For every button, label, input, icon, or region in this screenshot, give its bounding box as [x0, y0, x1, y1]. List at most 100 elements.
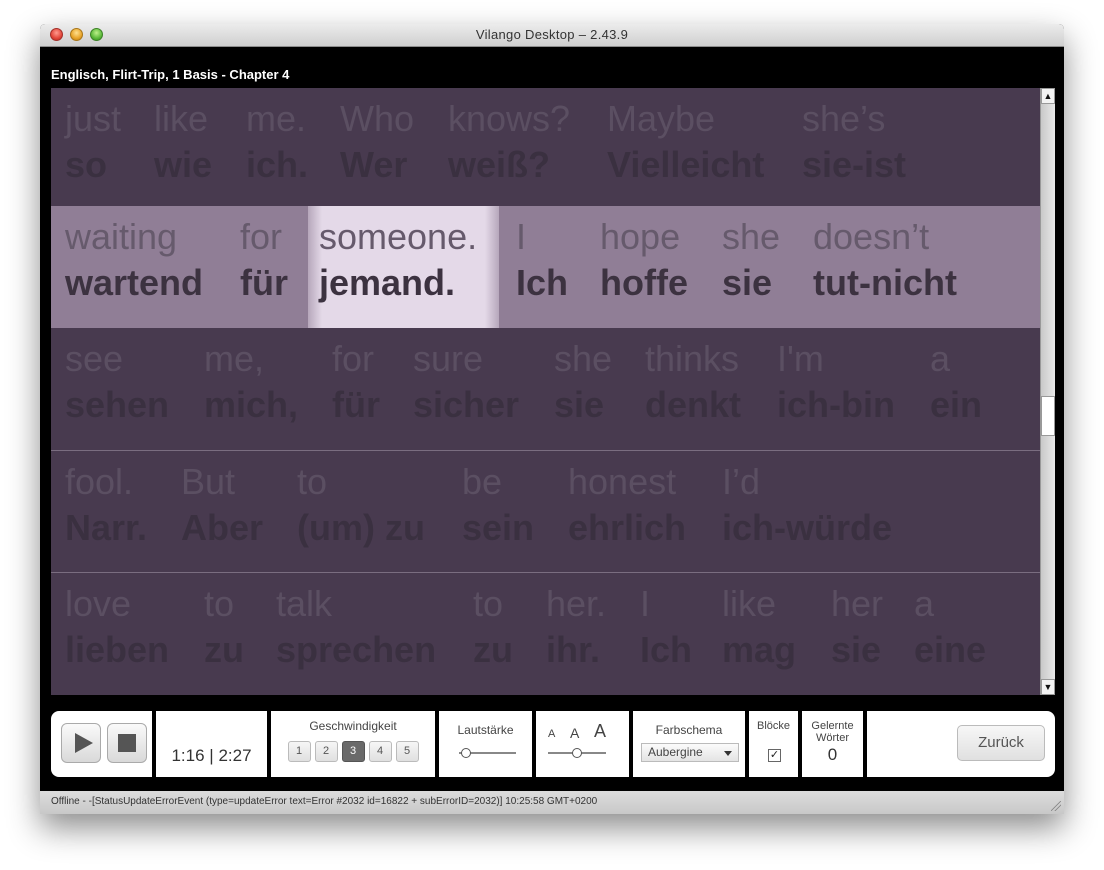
- source-word: like: [722, 583, 777, 624]
- word-pair[interactable]: for für: [240, 214, 288, 306]
- time-separator: |: [209, 746, 214, 765]
- reader-line-active[interactable]: waiting wartend for für someone. jemand. II…: [51, 206, 1040, 328]
- reader-line[interactable]: love lieben to zu talk sprechen to zu her. ih…: [51, 572, 1040, 694]
- translation-word: mag: [722, 629, 797, 670]
- word-pair[interactable]: she’s sie-ist: [802, 96, 906, 188]
- source-word: talk: [276, 583, 333, 624]
- blocks-checkbox[interactable]: ✓: [768, 749, 781, 762]
- learned-label-line2: Wörter: [816, 732, 849, 744]
- word-pair[interactable]: a eine: [914, 581, 986, 673]
- source-word: for: [332, 338, 375, 379]
- source-word: her: [831, 583, 884, 624]
- volume-control: Lautstärke: [439, 711, 536, 777]
- speed-button-3[interactable]: 3: [341, 741, 365, 762]
- font-medium-button[interactable]: A: [570, 725, 579, 741]
- source-word: fool.: [65, 461, 134, 502]
- source-word: me,: [204, 338, 265, 379]
- stop-button[interactable]: [107, 723, 147, 763]
- word-pair[interactable]: she sie: [722, 214, 780, 306]
- speed-button-5[interactable]: 5: [395, 741, 419, 762]
- speed-button-1[interactable]: 1: [287, 741, 311, 762]
- font-large-button[interactable]: A: [594, 721, 606, 742]
- word-pair[interactable]: love lieben: [65, 581, 169, 673]
- translation-word: Aber: [181, 507, 264, 548]
- font-size-knob[interactable]: [572, 748, 582, 758]
- reader-scrollbar[interactable]: ▲ ▼: [1040, 88, 1055, 695]
- word-pair[interactable]: to (um) zu: [297, 459, 425, 551]
- word-pair[interactable]: me, mich,: [204, 336, 298, 428]
- translation-word: wartend: [65, 262, 204, 303]
- font-small-button[interactable]: A: [548, 728, 555, 740]
- translation-word: ich-würde: [722, 507, 893, 548]
- word-pair[interactable]: I Ich: [516, 214, 568, 306]
- translation-word: Vielleicht: [607, 144, 765, 185]
- stop-icon: [118, 734, 136, 752]
- word-pair[interactable]: knows? weiß?: [448, 96, 570, 188]
- word-pair-current[interactable]: someone. jemand.: [319, 214, 477, 306]
- speed-button-4[interactable]: 4: [368, 741, 392, 762]
- scroll-up-icon[interactable]: ▲: [1041, 88, 1055, 104]
- speed-button-2[interactable]: 2: [314, 741, 338, 762]
- scroll-thumb[interactable]: [1041, 396, 1055, 436]
- word-pair[interactable]: I'm ich-bin: [777, 336, 895, 428]
- word-pair[interactable]: like mag: [722, 581, 796, 673]
- status-text: Offline - -[StatusUpdateErrorEvent (type…: [51, 796, 598, 807]
- word-pair[interactable]: a ein: [930, 336, 982, 428]
- word-pair[interactable]: me. ich.: [246, 96, 308, 188]
- word-pair[interactable]: for für: [332, 336, 380, 428]
- color-scheme-select[interactable]: Aubergine: [641, 743, 739, 762]
- source-word: a: [930, 338, 951, 379]
- translation-word: ich-bin: [777, 384, 895, 425]
- title-bar[interactable]: Vilango Desktop – 2.43.9: [40, 24, 1064, 47]
- word-pair[interactable]: Who Wer: [340, 96, 414, 188]
- source-word: she: [722, 216, 781, 257]
- source-word: honest: [568, 461, 677, 502]
- source-word: to: [297, 461, 328, 502]
- word-pair[interactable]: just so: [65, 96, 121, 188]
- resize-grip-icon[interactable]: [1051, 801, 1061, 811]
- word-pair[interactable]: like wie: [154, 96, 212, 188]
- word-pair[interactable]: But Aber: [181, 459, 263, 551]
- play-button[interactable]: [61, 723, 101, 763]
- volume-knob[interactable]: [461, 748, 471, 758]
- word-pair[interactable]: doesn’t tut-nicht: [813, 214, 957, 306]
- word-pair[interactable]: I’d ich-würde: [722, 459, 892, 551]
- learned-words-control: Gelernte Wörter 0: [802, 711, 867, 777]
- word-pair[interactable]: Maybe Vielleicht: [607, 96, 764, 188]
- translation-word: eine: [914, 629, 987, 670]
- word-pair[interactable]: see sehen: [65, 336, 169, 428]
- play-icon: [75, 733, 93, 753]
- word-pair[interactable]: her sie: [831, 581, 883, 673]
- word-pair[interactable]: thinks denkt: [645, 336, 741, 428]
- word-pair[interactable]: waiting wartend: [65, 214, 203, 306]
- translation-word: ein: [930, 384, 983, 425]
- source-word: to: [204, 583, 235, 624]
- reader-line[interactable]: fool. Narr. But Aber to (um) zu be sein hone…: [51, 450, 1040, 572]
- word-pair[interactable]: honest ehrlich: [568, 459, 686, 551]
- source-word: sure: [413, 338, 484, 379]
- word-pair[interactable]: talk sprechen: [276, 581, 436, 673]
- source-word: Who: [340, 98, 415, 139]
- control-bar: 1:16 | 2:27 Geschwindigkeit 1 2 3 4 5 La…: [51, 711, 1055, 777]
- word-pair[interactable]: fool. Narr.: [65, 459, 147, 551]
- text-reader[interactable]: just so like wie me. ich. Who Wer knows? weiß…: [51, 88, 1040, 695]
- back-button[interactable]: Zurück: [957, 725, 1045, 761]
- word-pair[interactable]: to zu: [473, 581, 513, 673]
- word-pair[interactable]: she sie: [554, 336, 612, 428]
- word-pair[interactable]: I Ich: [640, 581, 692, 673]
- word-pair[interactable]: sure sicher: [413, 336, 519, 428]
- reader-line[interactable]: just so like wie me. ich. Who Wer knows? weiß…: [51, 88, 1040, 210]
- word-pair[interactable]: be sein: [462, 459, 534, 551]
- word-pair[interactable]: to zu: [204, 581, 244, 673]
- source-word: knows?: [448, 98, 571, 139]
- translation-word: sehen: [65, 384, 170, 425]
- scroll-down-icon[interactable]: ▼: [1041, 679, 1055, 695]
- word-pair[interactable]: her. ihr.: [546, 581, 606, 673]
- translation-word: tut-nicht: [813, 262, 957, 303]
- speed-label: Geschwindigkeit: [309, 719, 397, 733]
- translation-word: sie: [722, 262, 773, 303]
- volume-label: Lautstärke: [457, 723, 514, 737]
- color-scheme-label: Farbschema: [655, 723, 723, 737]
- reader-line[interactable]: see sehen me, mich, for für sure sicher she s…: [51, 328, 1040, 450]
- word-pair[interactable]: hope hoffe: [600, 214, 688, 306]
